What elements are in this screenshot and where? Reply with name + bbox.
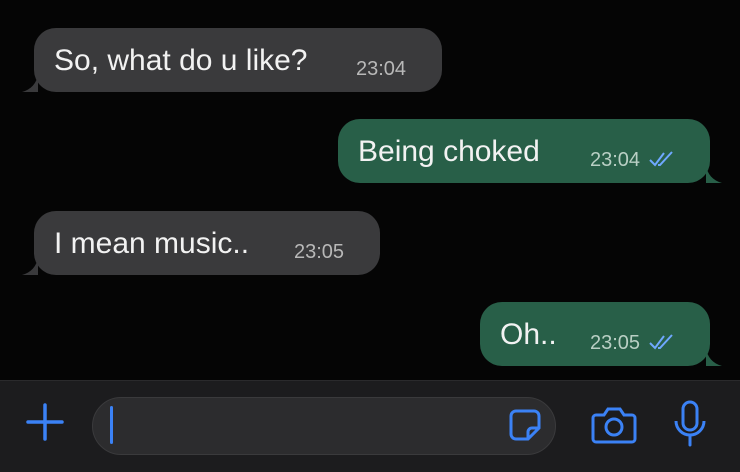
message-time: 23:05 [590, 332, 641, 354]
message-bubble-outgoing[interactable]: Being choked 23:04 [338, 119, 722, 183]
text-caret [110, 406, 113, 444]
input-overlay [92, 396, 556, 454]
bubble-tail [706, 348, 722, 366]
message-text: Oh.. [500, 318, 557, 351]
message-bubble-incoming[interactable]: I mean music.. 23:05 [22, 211, 380, 275]
message-bubble-incoming[interactable]: So, what do u like? 23:04 [22, 28, 442, 92]
bubble-tail [22, 74, 38, 92]
message-time: 23:04 [356, 58, 407, 80]
double-check-read-icon [649, 151, 673, 167]
microphone-icon[interactable] [672, 399, 708, 449]
message-bubble-outgoing[interactable]: Oh.. 23:05 [480, 302, 722, 366]
message-time: 23:05 [294, 241, 345, 263]
message-list[interactable]: So, what do u like? 23:04 Being choked 2… [0, 0, 740, 380]
message-time: 23:04 [590, 149, 641, 171]
double-check-read-icon [649, 334, 673, 350]
bubble-tail [22, 257, 38, 275]
message-text: Being choked [358, 135, 540, 168]
sticker-icon[interactable] [508, 408, 542, 442]
bubble-tail [706, 165, 722, 183]
camera-icon[interactable] [590, 403, 638, 445]
message-text: I mean music.. [54, 227, 250, 260]
message-text: So, what do u like? [54, 44, 308, 77]
plus-icon[interactable] [24, 401, 66, 443]
